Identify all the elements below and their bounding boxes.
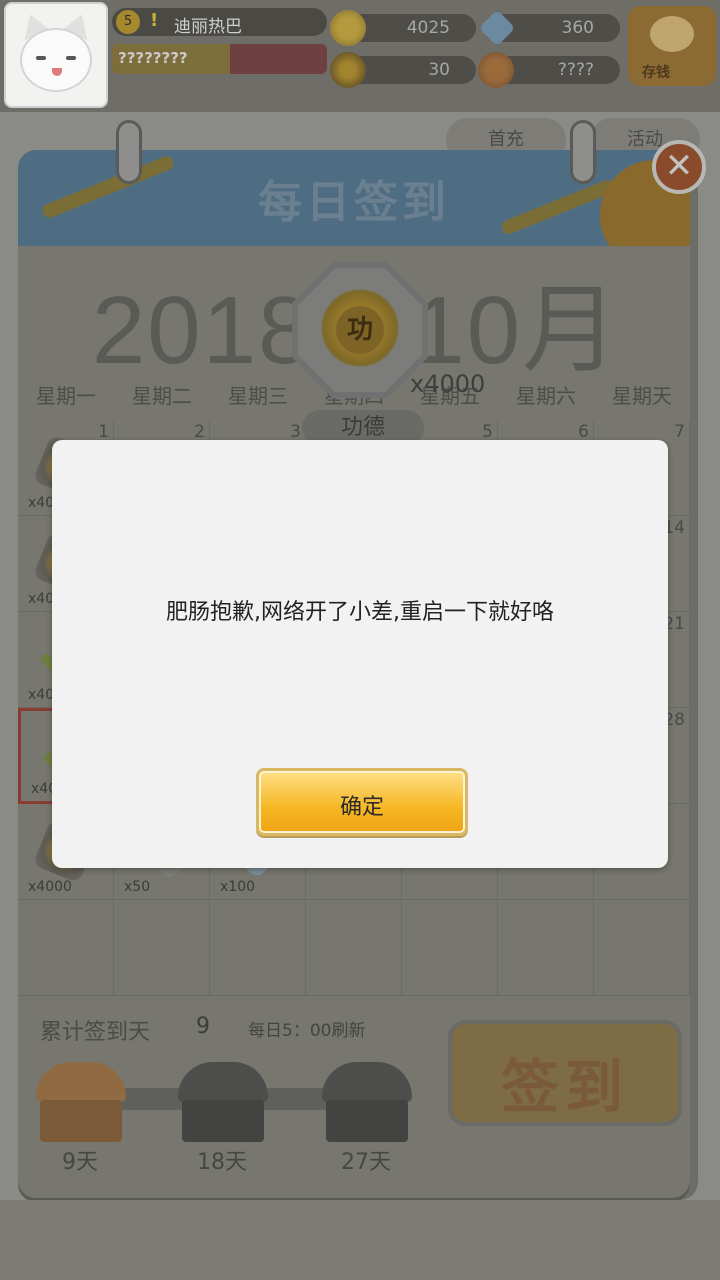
chest-label: 9天 bbox=[62, 1150, 98, 1175]
alert-icon: ! bbox=[150, 10, 159, 31]
close-icon[interactable]: ✕ bbox=[652, 140, 706, 194]
refresh-note: 每日5：00刷新 bbox=[248, 1021, 366, 1041]
chest-box bbox=[182, 1100, 264, 1142]
calendar-day-cell bbox=[210, 900, 306, 996]
avatar-eye bbox=[36, 56, 46, 60]
calendar-day-cell bbox=[18, 900, 114, 996]
gold-icon bbox=[330, 10, 366, 46]
food-value: ???? bbox=[557, 60, 594, 80]
experience-text: ???????? bbox=[118, 49, 188, 67]
reward-quantity: x4000 bbox=[28, 879, 72, 895]
binder-ring bbox=[116, 120, 142, 184]
food-counter[interactable]: ???? bbox=[478, 52, 620, 88]
calendar-day-cell bbox=[498, 900, 594, 996]
gem-counter[interactable]: 360 bbox=[478, 9, 620, 47]
chest-18-days[interactable] bbox=[178, 1062, 268, 1144]
day-number: 3 bbox=[290, 422, 301, 442]
calendar-day-cell bbox=[306, 900, 402, 996]
weekday-label: 星期一 bbox=[36, 384, 96, 408]
featured-reward: 功 bbox=[292, 262, 428, 398]
calendar-day-cell bbox=[114, 900, 210, 996]
chest-label: 27天 bbox=[341, 1150, 391, 1175]
weekday-label: 星期六 bbox=[516, 384, 576, 408]
confirm-button[interactable]: 确定 bbox=[256, 768, 468, 836]
network-error-dialog: 肥肠抱歉,网络开了小差,重启一下就好咯 确定 bbox=[52, 440, 668, 868]
sign-in-label: 签到 bbox=[500, 1053, 629, 1121]
dialog-message: 肥肠抱歉,网络开了小差,重启一下就好咯 bbox=[166, 600, 554, 625]
weekday-label: 星期天 bbox=[612, 384, 672, 408]
reward-quantity: x50 bbox=[124, 879, 151, 895]
day-number: 1 bbox=[98, 422, 109, 442]
chest-lid bbox=[322, 1062, 412, 1102]
cumulative-count: 9 bbox=[196, 1014, 210, 1039]
cumulative-label: 累计签到天 bbox=[40, 1020, 151, 1045]
merit-flower-icon bbox=[330, 52, 366, 88]
merit-value: 30 bbox=[428, 60, 450, 80]
avatar-mouth bbox=[52, 68, 62, 76]
gem-value: 360 bbox=[561, 18, 594, 38]
chest-lid bbox=[36, 1062, 126, 1102]
avatar-eye bbox=[66, 56, 76, 60]
sign-in-button[interactable]: 签到 bbox=[448, 1020, 682, 1126]
chest-27-days[interactable] bbox=[322, 1062, 412, 1144]
chest-lid bbox=[178, 1062, 268, 1102]
chest-9-days[interactable] bbox=[36, 1062, 126, 1144]
calendar-day-cell bbox=[402, 900, 498, 996]
day-number: 2 bbox=[194, 422, 205, 442]
featured-quantity: x4000 bbox=[410, 370, 486, 398]
chest-box bbox=[326, 1100, 408, 1142]
piggy-icon bbox=[650, 16, 694, 52]
gold-value: 4025 bbox=[406, 18, 450, 38]
merit-counter[interactable]: 30 bbox=[330, 52, 476, 88]
reward-quantity: x100 bbox=[220, 879, 256, 895]
day-number: 6 bbox=[578, 422, 589, 442]
chest-label: 18天 bbox=[197, 1150, 247, 1175]
bottom-dock bbox=[0, 1200, 720, 1280]
chest-box bbox=[40, 1100, 122, 1142]
player-avatar[interactable] bbox=[4, 2, 108, 108]
food-icon bbox=[478, 52, 514, 88]
piggy-label: 存钱 bbox=[642, 65, 670, 81]
confirm-label: 确定 bbox=[339, 795, 384, 820]
gold-counter[interactable]: 4025 bbox=[330, 10, 476, 46]
day-number: 5 bbox=[482, 422, 493, 442]
player-name-bar: 5 ! 迪丽热巴 bbox=[112, 8, 327, 37]
avatar-cat-face bbox=[20, 28, 92, 92]
binder-ring bbox=[570, 120, 596, 184]
weekday-label: 星期二 bbox=[132, 384, 192, 408]
merit-glyph: 功 bbox=[336, 306, 384, 354]
level-badge: 5 bbox=[116, 10, 140, 34]
calendar-day-cell bbox=[594, 900, 690, 996]
piggy-bank-button[interactable]: 存钱 bbox=[628, 6, 716, 86]
player-name: 迪丽热巴 bbox=[174, 17, 242, 37]
experience-bar: ???????? bbox=[112, 44, 327, 74]
day-number: 7 bbox=[674, 422, 685, 442]
